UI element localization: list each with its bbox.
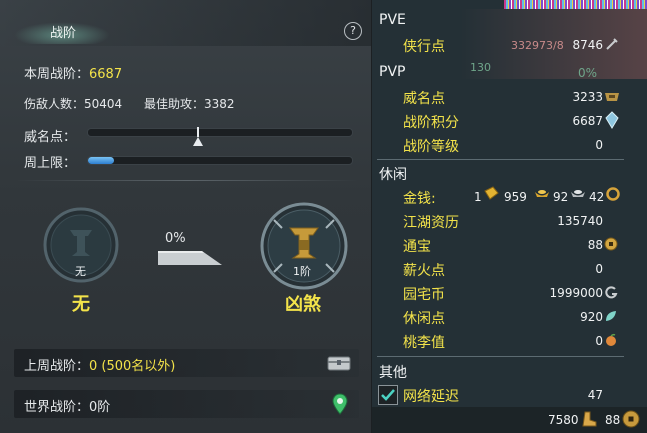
leisure-value-seniority: 135740	[557, 214, 603, 228]
background-text-3: 0%	[578, 66, 598, 80]
last-week-value: 0 (500名以外)	[89, 359, 176, 374]
assist-value: 3382	[204, 97, 235, 111]
boot-icon	[582, 411, 597, 427]
latency-checkbox[interactable]	[378, 385, 398, 405]
copper-coin-icon	[606, 187, 620, 201]
weekly-cap-label: 周上限：	[24, 156, 77, 171]
current-rank-name: 无	[72, 294, 90, 315]
last-week: 上周战阶：0 (500名以外)	[24, 355, 175, 374]
leaf-icon	[606, 311, 616, 321]
weekly-rank-label: 本周战阶：	[24, 67, 90, 82]
latency-value: 47	[587, 388, 603, 402]
assist-label: 最佳助攻：	[144, 97, 205, 111]
leisure-label-peach-points: 桃李值	[403, 335, 445, 351]
leisure-value-tongbao: 88	[587, 238, 603, 252]
leisure-label-leisure-points: 休闲点	[403, 311, 445, 327]
weekly-cap-fill	[88, 157, 114, 164]
leisure-section-title: 休闲	[379, 167, 407, 183]
current-rank-small: 无	[75, 265, 86, 278]
world-rank: 世界战阶：0阶	[24, 396, 110, 415]
other-section-title: 其他	[379, 365, 407, 381]
money-label: 金钱:	[403, 191, 436, 207]
weekly-rank-value: 6687	[89, 67, 123, 82]
prestige-slider-thumb[interactable]	[192, 127, 204, 147]
leisure-label-home-coin: 园宅币	[403, 287, 445, 303]
injured-count: 伤敌人数：50404	[24, 95, 122, 112]
last-week-label: 上周战阶：	[24, 359, 90, 374]
money-silver: 959	[504, 190, 527, 204]
crystal-icon	[605, 111, 619, 129]
pvp-section-title: PVP	[379, 64, 406, 80]
world-rank-value: 0阶	[89, 400, 111, 415]
leisure-label-seniority: 江湖资历	[403, 215, 459, 231]
helmet-icon	[605, 93, 619, 101]
pvp-value-rank-level: 0	[595, 138, 603, 152]
section-divider	[377, 356, 624, 357]
weekly-rank: 本周战阶：6687	[24, 63, 122, 82]
rank-panel: 战阶 ? 本周战阶：6687 伤敌人数：50404 最佳助攻：3382 威名点：…	[0, 0, 372, 433]
leisure-value-peach-points: 0	[595, 334, 603, 348]
best-assist: 最佳助攻：3382	[144, 95, 235, 112]
leisure-label-tongbao: 通宝	[403, 239, 431, 255]
peach-icon	[606, 333, 616, 346]
divider	[14, 180, 359, 181]
prestige-label: 威名点：	[24, 130, 77, 145]
pvp-value-prestige: 3233	[572, 90, 603, 104]
help-button[interactable]: ?	[344, 22, 362, 40]
next-rank-small: 1阶	[293, 265, 311, 278]
gold-ingot-icon	[535, 190, 549, 197]
pve-value-knight-points: 8746	[572, 38, 603, 52]
pvp-label-rank-level: 战阶等级	[403, 139, 459, 155]
injured-label: 伤敌人数：	[24, 97, 85, 111]
check-icon	[381, 389, 395, 401]
location-pin-icon[interactable]	[332, 393, 348, 415]
tongbao-coin-icon[interactable]	[622, 410, 640, 428]
money-iron: 42	[589, 190, 605, 204]
progress-percent: 0%	[165, 231, 186, 246]
bottom-right-value: 88	[605, 413, 621, 427]
silver-ingot-icon	[571, 190, 585, 197]
chest-icon[interactable]	[327, 354, 351, 372]
leisure-value-home-coin: 1999000	[549, 286, 603, 300]
pvp-label-prestige: 威名点	[403, 91, 445, 107]
sword-icon	[606, 38, 618, 50]
progress-arrow-icon	[158, 251, 222, 265]
background-text-1: 332973/8	[511, 39, 564, 52]
background-text-2: 130	[470, 61, 491, 74]
world-rank-label: 世界战阶：	[24, 400, 90, 415]
injured-value: 50404	[84, 97, 123, 111]
coin-icon	[604, 237, 618, 251]
latency-label: 网络延迟	[403, 389, 459, 405]
weekly-cap-track	[87, 156, 353, 165]
bottom-left-value: 7580	[548, 413, 579, 427]
section-divider	[377, 159, 624, 160]
gold-bar-icon	[484, 186, 499, 200]
tab-rank[interactable]: 战阶	[50, 22, 76, 41]
leisure-label-fire-points: 薪火点	[403, 263, 445, 279]
next-rank-name: 凶煞	[285, 294, 321, 315]
pvp-value-rank-score: 6687	[572, 114, 603, 128]
money-gold: 1	[474, 190, 482, 204]
background-strip	[504, 0, 647, 9]
leisure-value-leisure-points: 920	[580, 310, 603, 324]
leisure-value-fire-points: 0	[595, 262, 603, 276]
pvp-label-rank-score: 战阶积分	[403, 115, 459, 131]
money-copper: 92	[553, 190, 569, 204]
prestige-slider-track	[87, 128, 353, 137]
pve-label-knight-points: 侠行点	[403, 39, 445, 55]
pve-section-title: PVE	[379, 12, 406, 28]
spiral-coin-icon	[605, 286, 618, 299]
